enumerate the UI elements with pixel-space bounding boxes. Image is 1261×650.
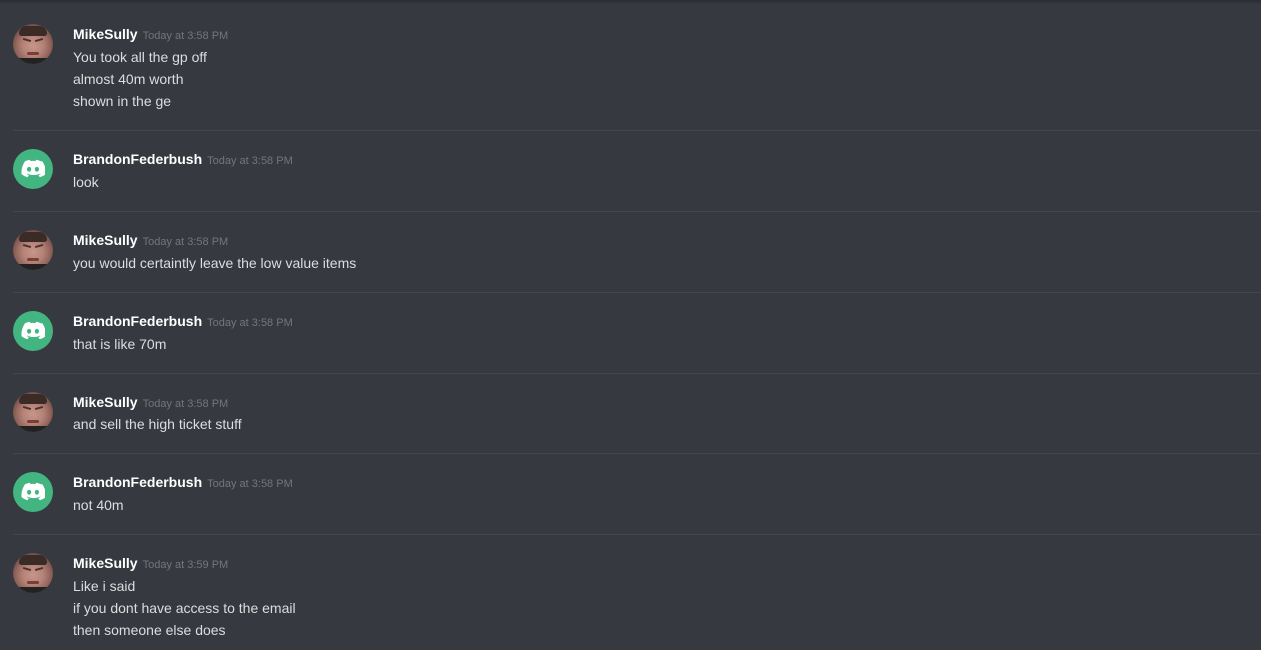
message-divider [13,211,1261,212]
message-author[interactable]: MikeSully Today at 3:58 PM [73,393,228,413]
message-line: that is like 70m [73,336,167,352]
discord-logo-icon [21,321,45,340]
discord-logo-avatar[interactable] [13,472,53,512]
user-photo-avatar[interactable] [13,392,53,432]
message-author[interactable]: MikeSully Today at 3:59 PM [73,554,228,574]
message-author[interactable]: BrandonFederbush Today at 3:58 PM [73,312,293,332]
message-author[interactable]: BrandonFederbush Today at 3:58 PM [73,473,293,493]
user-photo-avatar[interactable] [13,230,53,270]
author-name[interactable]: BrandonFederbush [73,474,202,490]
message-divider [13,534,1261,535]
author-name[interactable]: MikeSully [73,26,138,42]
message-line: you would certaintly leave the low value… [73,255,357,271]
message-line: look [73,174,99,190]
message-line: and sell the high ticket stuff [73,416,242,432]
user-photo-avatar[interactable] [13,24,53,64]
user-photo-avatar[interactable] [13,553,53,593]
message-timestamp: Today at 3:58 PM [207,478,293,490]
message-line: shown in the ge [73,93,172,109]
message-timestamp: Today at 3:58 PM [207,317,293,329]
message-timestamp: Today at 3:58 PM [142,398,229,410]
message-author[interactable]: MikeSully Today at 3:58 PM [73,25,228,45]
message-author[interactable]: MikeSully Today at 3:58 PM [73,231,228,251]
author-name[interactable]: MikeSully [73,555,138,571]
message-divider [13,292,1261,293]
message-author[interactable]: BrandonFederbush Today at 3:58 PM [73,150,293,170]
message-divider [13,373,1261,374]
discord-logo-avatar[interactable] [13,311,53,351]
message-timestamp: Today at 3:59 PM [142,559,229,571]
message-line: if you dont have access to the email [73,600,296,616]
discord-logo-icon [21,482,45,501]
message-line: then someone else does [73,622,226,638]
author-name[interactable]: MikeSully [73,232,138,248]
discord-logo-icon [21,159,45,178]
message-line: Like i said [73,578,136,594]
message-timestamp: Today at 3:58 PM [142,236,229,248]
message-line: not 40m [73,497,124,513]
message-timestamp: Today at 3:58 PM [142,30,229,42]
author-name[interactable]: BrandonFederbush [73,313,202,329]
discord-logo-avatar[interactable] [13,149,53,189]
message-timestamp: Today at 3:58 PM [207,155,293,167]
message-line: You took all the gp off [73,49,207,65]
author-name[interactable]: MikeSully [73,394,138,410]
top-shadow [0,0,1261,4]
message-line: almost 40m worth [73,71,184,87]
author-name[interactable]: BrandonFederbush [73,151,202,167]
message-divider [13,130,1261,131]
message-divider [13,453,1261,454]
